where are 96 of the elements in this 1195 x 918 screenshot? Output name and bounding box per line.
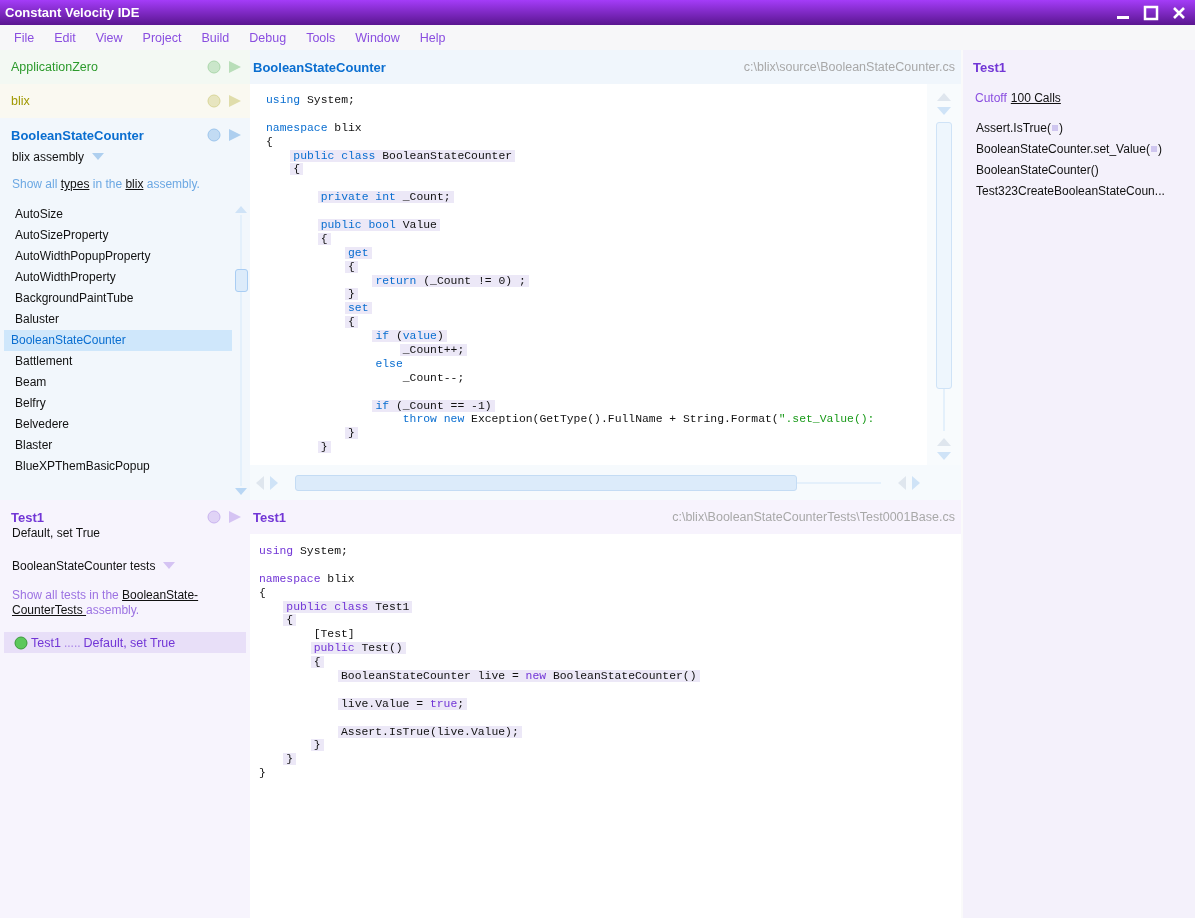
- assembly-dropdown[interactable]: blix assembly: [12, 150, 85, 164]
- code-line: else: [375, 357, 403, 370]
- circle-icon[interactable]: [207, 60, 221, 74]
- project-name: BooleanStateCounter: [11, 127, 145, 143]
- call-item[interactable]: Assert.IsTrue( ): [976, 117, 1185, 138]
- link[interactable]: types: [60, 177, 90, 191]
- type-list-item[interactable]: BlueXPThemBasicPopup: [4, 456, 232, 477]
- type-list-item[interactable]: AutoSize: [4, 204, 232, 225]
- play-icon[interactable]: [228, 128, 242, 142]
- code-line: namespace blix: [266, 121, 362, 134]
- test-title: Test1: [11, 509, 45, 525]
- call-item[interactable]: Test323CreateBooleanStateCoun...: [976, 180, 1185, 201]
- scroll-down-icon[interactable]: [937, 452, 951, 461]
- editor-title: BooleanStateCounter: [253, 59, 386, 75]
- maximize-icon[interactable]: [1143, 4, 1159, 21]
- cutoff-link[interactable]: 100 Calls: [1010, 91, 1061, 105]
- code-line: namespace blix: [259, 572, 355, 585]
- menu-item[interactable]: File: [14, 30, 35, 45]
- call-item[interactable]: BooleanStateCounter(): [976, 159, 1185, 180]
- project-name: ApplicationZero: [11, 60, 99, 74]
- panel-title: Test1: [973, 58, 1007, 77]
- dropdown-arrow-icon[interactable]: [163, 562, 176, 570]
- code-line: using System;: [259, 545, 348, 557]
- type-list-item[interactable]: BackgroundPaintTube: [4, 288, 232, 309]
- call-name: Assert.IsTrue(: [976, 120, 1051, 135]
- scroll-up-icon[interactable]: [235, 205, 247, 213]
- menu-item[interactable]: Debug: [249, 30, 287, 45]
- type-list-item[interactable]: AutoSizeProperty: [4, 225, 232, 246]
- code-line: throw new Exception(GetType().FullName + String.Format(".set_Value():: [402, 413, 875, 426]
- type-list-item[interactable]: BooleanStateCounter: [4, 330, 232, 351]
- type-list-item[interactable]: AutoWidthProperty: [4, 267, 232, 288]
- play-icon[interactable]: [228, 94, 242, 108]
- type-list-item[interactable]: AutoWidthPopupProperty: [4, 246, 232, 267]
- link[interactable]: CounterTests: [12, 603, 87, 617]
- code-editor[interactable]: using System; namespace blix { public class Test1 { [Test] public Test() { BooleanStateCounter live = new BooleanStateCounter() live.Value = true; Assert.IsTrue(live.Value); } } }: [250, 534, 961, 918]
- call-paren: ): [1157, 141, 1162, 156]
- scroll-down-icon[interactable]: [235, 488, 247, 496]
- menu-item[interactable]: Tools: [306, 30, 336, 45]
- type-list-item[interactable]: Blaster: [4, 435, 232, 456]
- type-list-item[interactable]: Beam: [4, 372, 232, 393]
- test-detail: Default, set True: [83, 635, 176, 650]
- scrollbar-thumb[interactable]: [234, 269, 248, 292]
- menu-item[interactable]: Project: [142, 30, 182, 45]
- menu-item[interactable]: Build: [201, 30, 230, 45]
- code-line: }: [259, 767, 266, 780]
- scroll-right-icon[interactable]: [270, 475, 279, 490]
- project-name: blix: [11, 94, 31, 108]
- code-line: {: [259, 586, 266, 599]
- menu-item[interactable]: Help: [419, 30, 446, 45]
- menu-item[interactable]: View: [95, 30, 123, 45]
- code-line: {: [266, 135, 273, 148]
- tests-description: Show all tests in the BooleanState- CounterTests assembly.: [12, 588, 200, 618]
- cutoff-label: Cutoff: [975, 91, 1007, 105]
- assembly-description: Show all types in the blix assembly.: [12, 177, 201, 192]
- file-path: c:\blix\source\BooleanStateCounter.cs: [743, 60, 955, 74]
- project-row[interactable]: ApplicationZero: [0, 50, 250, 84]
- test-result-row[interactable]: Test1 ..... Default, set True: [4, 632, 246, 653]
- scrollbar-thumb[interactable]: [936, 122, 952, 389]
- link[interactable]: BooleanState-: [122, 588, 199, 602]
- code-line: _Count--;: [402, 371, 465, 384]
- type-list-item[interactable]: Battlement: [4, 351, 232, 372]
- link[interactable]: blix: [125, 177, 144, 191]
- dropdown-arrow-icon[interactable]: [92, 153, 105, 161]
- window-title: Constant Velocity IDE: [5, 5, 140, 20]
- type-list-item[interactable]: Baluster: [4, 309, 232, 330]
- parameter-icon: [1149, 144, 1158, 153]
- call-item[interactable]: BooleanStateCounter.set_Value( ): [976, 138, 1185, 159]
- type-list-item[interactable]: Belvedere: [4, 414, 232, 435]
- leader-dots: .....: [63, 635, 81, 650]
- close-icon[interactable]: [1171, 4, 1187, 21]
- type-list-item[interactable]: Belfry: [4, 393, 232, 414]
- scroll-up-icon[interactable]: [937, 437, 951, 446]
- editor-title: Test1: [253, 509, 286, 525]
- play-icon[interactable]: [228, 60, 242, 74]
- menu-item[interactable]: Window: [355, 30, 400, 45]
- circle-icon[interactable]: [207, 510, 221, 524]
- project-row[interactable]: [0, 118, 250, 500]
- file-path: c:\blix\BooleanStateCounterTests\Test0001Base.cs: [672, 510, 955, 524]
- scroll-down-icon[interactable]: [937, 107, 951, 116]
- code-line: using System;: [266, 94, 355, 106]
- call-paren: ): [1058, 120, 1063, 135]
- scroll-right-icon[interactable]: [912, 475, 921, 490]
- play-icon[interactable]: [228, 510, 242, 524]
- parameter-icon: [1050, 123, 1059, 132]
- call-name: BooleanStateCounter.set_Value(: [976, 141, 1150, 156]
- call-name: BooleanStateCounter(): [976, 162, 1099, 177]
- menu-item[interactable]: Edit: [54, 30, 76, 45]
- test-name: Test1: [31, 635, 61, 650]
- assembly-dropdown[interactable]: BooleanStateCounter tests: [12, 559, 156, 573]
- call-name: Test323CreateBooleanStateCoun...: [976, 183, 1165, 198]
- circle-icon[interactable]: [207, 94, 221, 108]
- scrollbar-thumb[interactable]: [295, 474, 797, 491]
- circle-icon[interactable]: [207, 128, 221, 142]
- code-line: [Test]: [313, 628, 355, 641]
- test-subtitle: Default, set True: [11, 526, 102, 540]
- scroll-up-icon[interactable]: [937, 92, 951, 101]
